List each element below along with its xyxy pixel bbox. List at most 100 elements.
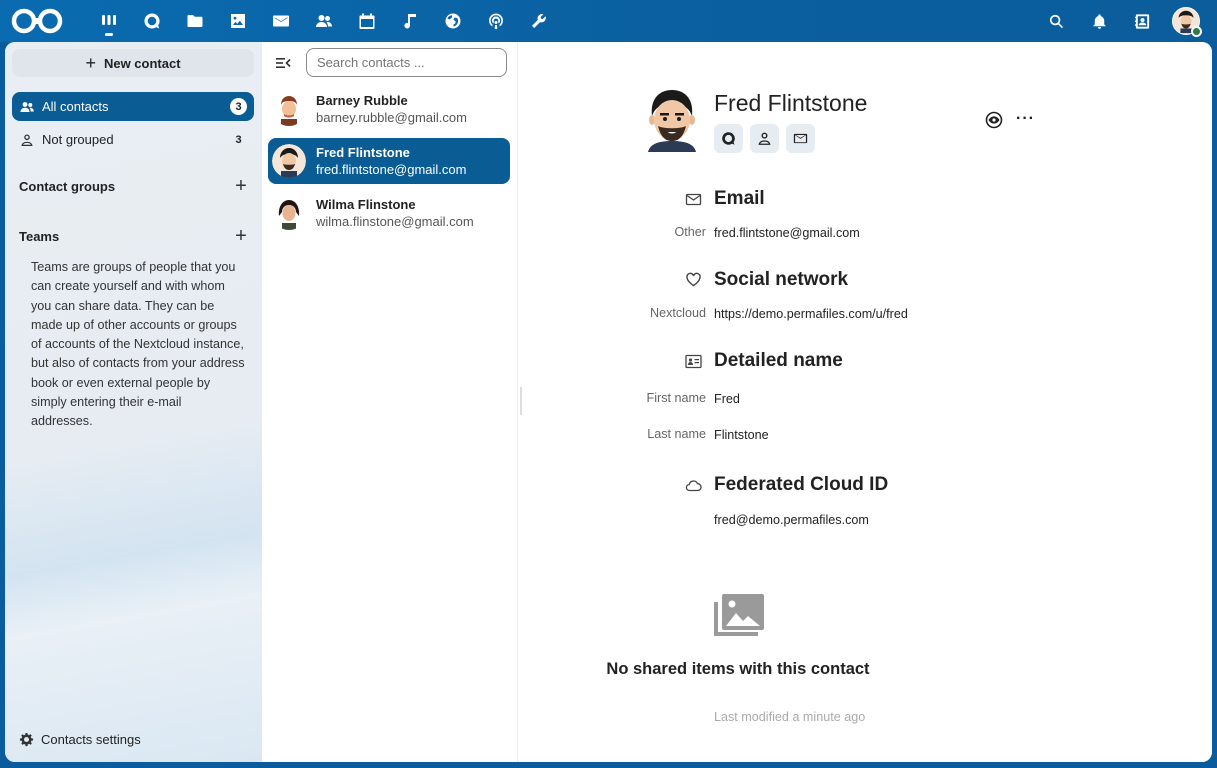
app-menu (87, 0, 560, 42)
user-avatar[interactable] (1172, 7, 1202, 37)
email-action-button[interactable] (786, 124, 815, 153)
contact-email: wilma.flinstone@gmail.com (316, 214, 474, 229)
app-files[interactable] (173, 0, 216, 42)
app-content: + New contact All contacts 3 Not grouped… (5, 42, 1212, 762)
search-contacts-input[interactable] (306, 48, 507, 77)
last-name-value[interactable]: Flintstone (714, 428, 769, 442)
not-grouped-counter: 3 (235, 133, 242, 146)
new-contact-label: New contact (103, 55, 181, 71)
app-calendar[interactable] (345, 0, 388, 42)
calendar-icon (359, 13, 374, 29)
podcast-icon (488, 13, 503, 29)
resize-handle[interactable] (520, 387, 522, 415)
nav-not-grouped[interactable]: Not grouped 3 (12, 125, 254, 154)
contacts-menu-button[interactable] (1121, 0, 1164, 42)
new-contact-button[interactable]: + New contact (12, 49, 254, 77)
music-icon (403, 14, 416, 29)
contact-name: Wilma Flinstone (316, 197, 416, 212)
cloud-id-section-title: Federated Cloud ID (714, 474, 889, 495)
social-type-label: Nextcloud (649, 306, 706, 320)
social-value[interactable]: https://demo.permafiles.com/u/fred (714, 307, 908, 321)
shared-images-icon (714, 594, 764, 636)
contact-list-item-fred[interactable]: Fred Flintstone fred.flintstone@gmail.co… (268, 138, 510, 184)
contact-list-column: Barney Rubble barney.rubble@gmail.com Fr… (262, 42, 518, 762)
app-contacts[interactable] (302, 0, 345, 42)
app-world[interactable] (431, 0, 474, 42)
app-navigation: + New contact All contacts 3 Not grouped… (5, 42, 262, 762)
talk-action-button[interactable] (714, 124, 743, 153)
contact-email: barney.rubble@gmail.com (316, 110, 467, 125)
id-card-icon (685, 354, 702, 369)
last-modified-text: Last modified a minute ago (714, 710, 866, 724)
teams-heading: Teams (19, 229, 60, 244)
heart-icon (686, 272, 701, 287)
unified-search-button[interactable] (1035, 0, 1078, 42)
contact-full-name: Fred Flintstone (714, 90, 868, 116)
header-right (1035, 0, 1217, 42)
contacts-icon (315, 15, 332, 27)
mail-icon (793, 133, 808, 144)
app-tools[interactable] (517, 0, 560, 42)
contact-details: Fred Flintstone ··· Email Other fred.fli… (518, 42, 1212, 762)
contacts-settings-button[interactable]: Contacts settings (19, 732, 141, 747)
social-section-title: Social network (714, 269, 849, 290)
cloud-id-value[interactable]: fred@demo.permafiles.com (714, 513, 869, 527)
contact-avatar[interactable] (642, 86, 702, 152)
app-podcast[interactable] (474, 0, 517, 42)
view-mode-eye-icon[interactable] (985, 111, 1003, 129)
first-name-label: First name (646, 391, 706, 405)
wrench-icon (531, 13, 546, 28)
folder-icon (187, 15, 202, 27)
talk-icon (143, 13, 160, 29)
nav-all-contacts[interactable]: All contacts 3 (12, 92, 254, 121)
no-shared-items-text: No shared items with this contact (606, 660, 870, 678)
notifications-button[interactable] (1078, 0, 1121, 42)
image-icon (230, 14, 245, 28)
plus-icon: + (85, 53, 96, 73)
contact-name: Barney Rubble (316, 93, 408, 108)
contact-groups-heading: Contact groups (19, 179, 116, 194)
wilma-avatar (272, 196, 306, 230)
contacts-settings-label: Contacts settings (41, 732, 141, 747)
contact-name: Fred Flintstone (316, 145, 410, 160)
contact-list-item-wilma[interactable]: Wilma Flinstone wilma.flinstone@gmail.co… (268, 190, 510, 236)
gear-icon (19, 732, 34, 747)
more-actions-button[interactable]: ··· (1016, 110, 1035, 128)
profile-action-button[interactable] (750, 124, 779, 153)
email-value[interactable]: fred.flintstone@gmail.com (714, 226, 860, 240)
nav-not-grouped-label: Not grouped (42, 132, 114, 147)
add-team-button[interactable]: + (233, 226, 249, 246)
globe-icon (445, 13, 460, 29)
contact-email: fred.flintstone@gmail.com (316, 162, 467, 177)
app-dashboard[interactable] (87, 0, 130, 42)
contacts-group-icon (20, 101, 34, 112)
email-section-title: Email (714, 188, 765, 209)
last-name-label: Last name (647, 427, 706, 441)
fred-avatar (272, 144, 306, 178)
teams-description: Teams are groups of people that you can … (31, 260, 245, 429)
barney-avatar (272, 92, 306, 126)
nav-all-contacts-label: All contacts (42, 99, 109, 114)
add-contact-group-button[interactable]: + (233, 176, 249, 196)
account-icon (21, 134, 33, 146)
detailed-name-section-title: Detailed name (714, 350, 843, 371)
talk-icon (722, 132, 735, 145)
mail-icon (272, 15, 289, 27)
online-status-icon (1191, 26, 1202, 37)
bell-icon (1093, 13, 1106, 29)
account-icon (758, 132, 771, 145)
contact-list-item-barney[interactable]: Barney Rubble barney.rubble@gmail.com (268, 86, 510, 132)
cloud-icon (685, 480, 702, 492)
app-mail[interactable] (259, 0, 302, 42)
email-type-label: Other (674, 225, 707, 239)
all-contacts-counter: 3 (230, 98, 247, 115)
app-music[interactable] (388, 0, 431, 42)
search-icon (1049, 14, 1064, 28)
app-talk[interactable] (130, 0, 173, 42)
contacts-menu-icon (1134, 13, 1150, 29)
email-icon (685, 193, 702, 206)
first-name-value[interactable]: Fred (714, 392, 740, 406)
nextcloud-logo[interactable] (10, 7, 64, 35)
app-photos[interactable] (216, 0, 259, 42)
toggle-navigation-icon[interactable] (275, 56, 291, 70)
